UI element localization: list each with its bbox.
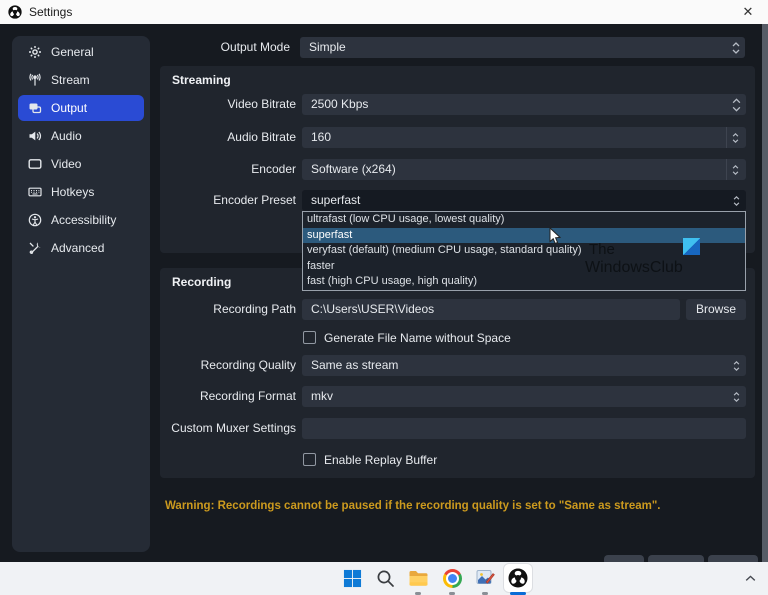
window-title: Settings (29, 5, 73, 19)
enable-replay-buffer-label: Enable Replay Buffer (324, 453, 438, 467)
recording-format-select[interactable]: mkv (302, 386, 746, 407)
dropdown-option-veryfast[interactable]: veryfast (default) (medium CPU usage, st… (303, 243, 745, 259)
recording-quality-select[interactable]: Same as stream (302, 355, 746, 376)
window-right-edge (762, 24, 768, 562)
sidebar-item-stream[interactable]: Stream (18, 67, 144, 93)
recording-section: Recording Recording Path C:\Users\USER\V… (160, 268, 755, 478)
streaming-header: Streaming (172, 73, 231, 87)
bottom-button-stub[interactable] (708, 555, 758, 562)
sidebar-item-accessibility[interactable]: Accessibility (18, 207, 144, 233)
close-icon[interactable]: ✕ (734, 0, 762, 24)
generate-filename-checkbox[interactable] (303, 331, 316, 344)
sidebar-item-label: Stream (51, 73, 90, 87)
dropdown-option-faster[interactable]: faster (303, 259, 745, 275)
recording-path-input[interactable]: C:\Users\USER\Videos (302, 299, 680, 320)
enable-replay-buffer-checkbox[interactable] (303, 453, 316, 466)
running-indicator (415, 592, 421, 595)
bottom-button-stub[interactable] (604, 555, 644, 562)
encoder-preset-label: Encoder Preset (213, 193, 296, 207)
dropdown-option-superfast[interactable]: superfast (303, 227, 745, 244)
search-icon[interactable] (371, 564, 399, 592)
running-indicator (482, 592, 488, 595)
file-explorer-icon[interactable] (404, 564, 432, 592)
audio-bitrate-label: Audio Bitrate (227, 130, 296, 144)
encoder-select[interactable]: Software (x264) (302, 159, 746, 180)
video-icon (28, 157, 42, 171)
generate-filename-label: Generate File Name without Space (324, 331, 511, 345)
sidebar-item-label: Video (51, 157, 82, 171)
chrome-icon[interactable] (438, 564, 466, 592)
video-bitrate-label: Video Bitrate (227, 97, 297, 111)
sidebar-item-output[interactable]: Output (18, 95, 144, 121)
settings-window-body: General Stream Output Audio Video Hotkey… (0, 24, 768, 562)
recording-path-label: Recording Path (213, 302, 296, 316)
sidebar-item-label: Hotkeys (51, 185, 95, 199)
hotkeys-icon (28, 185, 42, 199)
sidebar-item-label: Output (51, 101, 88, 115)
spinner-arrows-icon[interactable] (726, 127, 744, 148)
video-bitrate-spinner[interactable]: 2500 Kbps (302, 94, 746, 115)
spinner-arrows-icon[interactable] (726, 159, 744, 180)
custom-muxer-label: Custom Muxer Settings (171, 421, 296, 435)
encoder-preset-select[interactable]: superfast (302, 190, 746, 211)
spinner-arrows-icon[interactable] (729, 190, 744, 211)
recording-format-label: Recording Format (199, 389, 296, 403)
sidebar-item-general[interactable]: General (18, 39, 144, 65)
output-mode-select[interactable]: Simple (300, 37, 745, 58)
window-titlebar: Settings ✕ (0, 0, 768, 24)
browse-button[interactable]: Browse (686, 299, 746, 320)
chevron-up-icon[interactable] (736, 564, 764, 592)
obs-icon[interactable] (503, 563, 533, 593)
audio-icon (28, 129, 42, 143)
obs-logo-icon (8, 5, 22, 19)
chrome-icon-center (445, 571, 459, 585)
obs-settings-screen: Settings ✕ General Stream Output Audio V… (0, 0, 768, 595)
recording-header: Recording (172, 275, 232, 289)
output-icon (28, 101, 42, 115)
dropdown-option-ultrafast[interactable]: ultrafast (low CPU usage, lowest quality… (303, 212, 745, 228)
windows-taskbar (0, 562, 768, 595)
recording-quality-label: Recording Quality (200, 358, 296, 372)
spinner-arrows-icon[interactable] (728, 37, 743, 58)
custom-muxer-input[interactable] (302, 418, 746, 439)
encoder-preset-dropdown: ultrafast (low CPU usage, lowest quality… (302, 211, 746, 291)
accessibility-icon (28, 213, 42, 227)
audio-bitrate-select[interactable]: 160 (302, 127, 746, 148)
sidebar-item-video[interactable]: Video (18, 151, 144, 177)
dropdown-option-fast[interactable]: fast (high CPU usage, high quality) (303, 274, 745, 290)
sidebar-item-advanced[interactable]: Advanced (18, 235, 144, 261)
sidebar-item-label: Audio (51, 129, 82, 143)
bottom-button-stub[interactable] (648, 555, 704, 562)
output-mode-label: Output Mode (220, 40, 290, 54)
sidebar-item-label: Advanced (51, 241, 105, 255)
windows-start-icon[interactable] (338, 564, 366, 592)
sidebar-item-label: General (51, 45, 94, 59)
paint-icon[interactable] (471, 564, 499, 592)
sidebar-item-label: Accessibility (51, 213, 117, 227)
spinner-arrows-icon[interactable] (729, 386, 744, 407)
sidebar-item-audio[interactable]: Audio (18, 123, 144, 149)
windowsclub-logo-icon (683, 238, 700, 255)
spinner-arrows-icon[interactable] (729, 94, 744, 115)
spinner-arrows-icon[interactable] (729, 355, 744, 376)
gear-icon (28, 45, 42, 59)
chrome-icon-ring (442, 568, 462, 588)
settings-sidebar: General Stream Output Audio Video Hotkey… (12, 36, 150, 552)
encoder-label: Encoder (251, 162, 296, 176)
warning-text: Warning: Recordings cannot be paused if … (165, 500, 661, 512)
stream-icon (28, 73, 42, 87)
advanced-icon (28, 241, 42, 255)
sidebar-item-hotkeys[interactable]: Hotkeys (18, 179, 144, 205)
running-indicator (449, 592, 455, 595)
